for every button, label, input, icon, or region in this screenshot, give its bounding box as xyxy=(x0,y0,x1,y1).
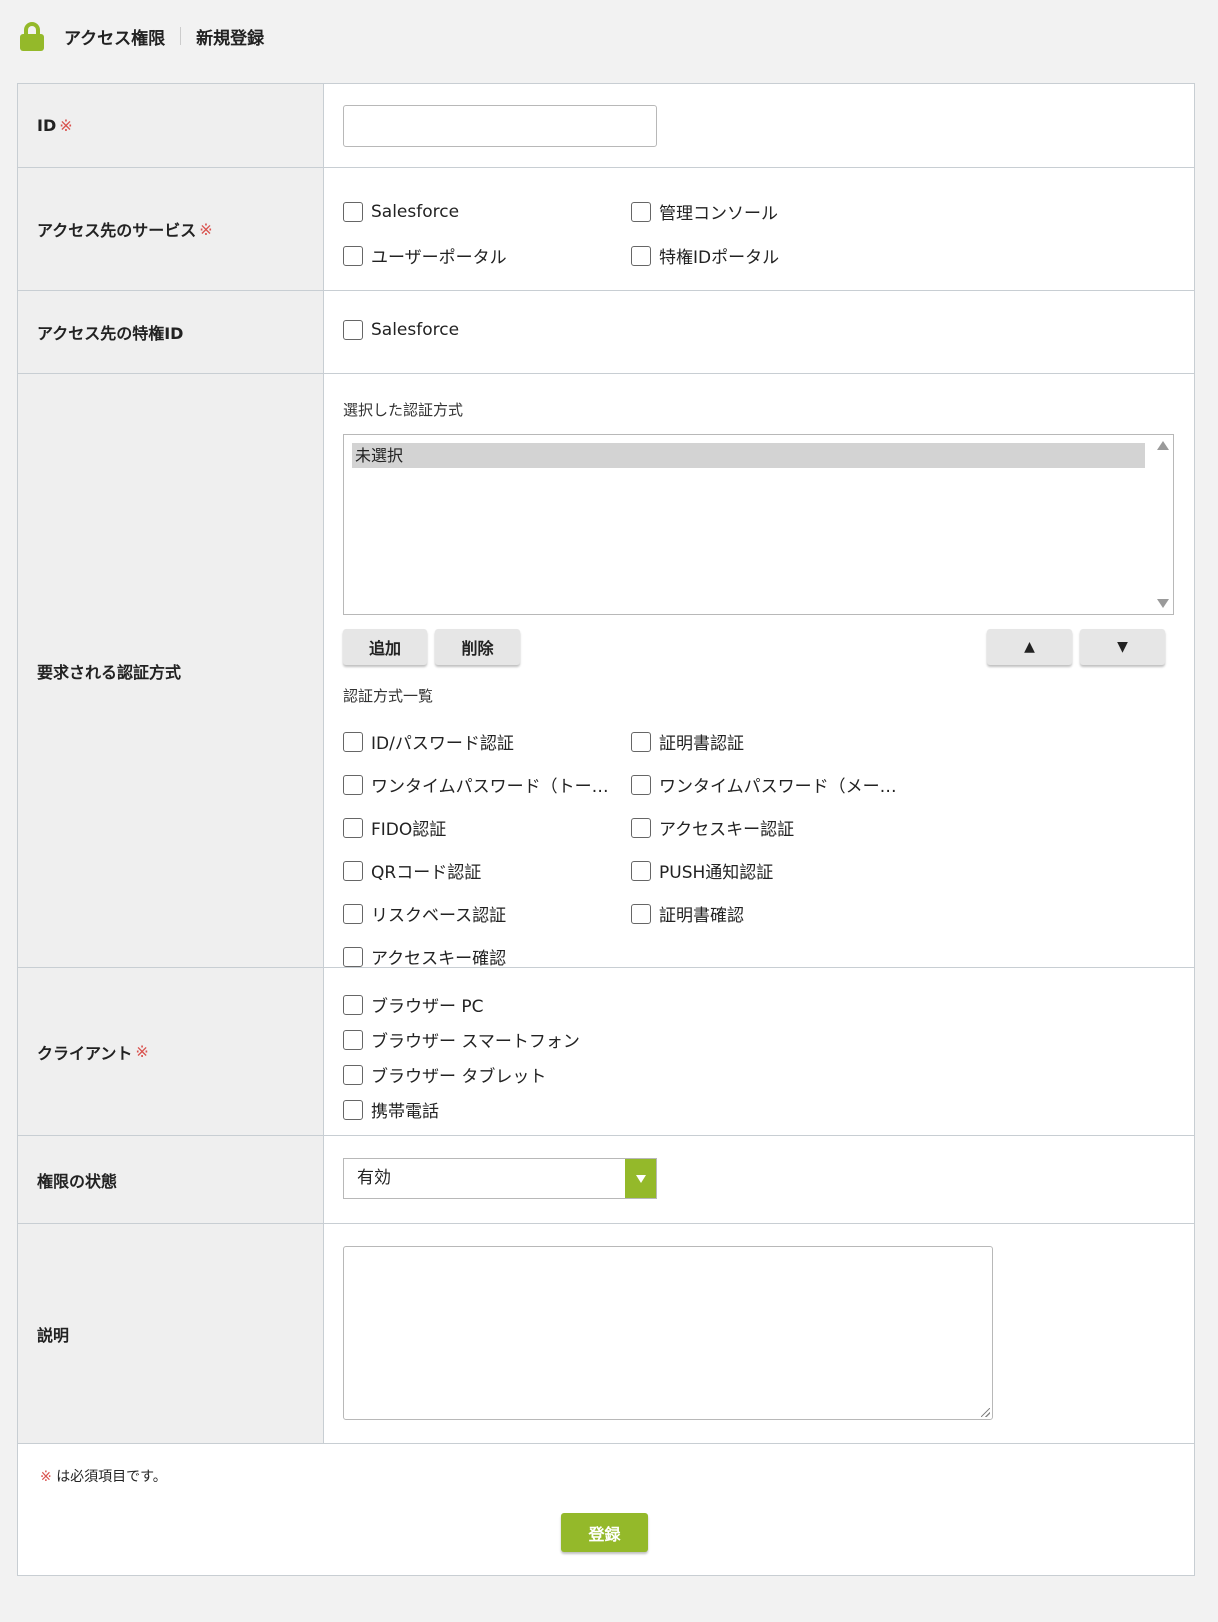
service-checkbox-user-portal[interactable]: ユーザーポータル xyxy=(343,243,631,268)
auth-checkbox-push[interactable]: PUSH通知認証 xyxy=(631,858,919,883)
client-checkbox-pc[interactable]: ブラウザー PC xyxy=(343,992,1194,1017)
lock-icon xyxy=(20,22,44,51)
checkbox-icon[interactable] xyxy=(343,245,363,266)
auth-checkbox-otp-mail[interactable]: ワンタイムパスワード（メー… xyxy=(631,772,919,797)
checkbox-icon[interactable] xyxy=(343,903,363,924)
listbox-option[interactable]: 未選択 xyxy=(352,443,1145,468)
client-label: クライアント ※ xyxy=(18,968,324,1135)
required-mark: ※ xyxy=(40,1469,52,1485)
breadcrumb-new-registration: 新規登録 xyxy=(196,28,265,49)
row-privileged-id: アクセス先の特権ID Salesforce xyxy=(18,291,1194,374)
required-mark: ※ xyxy=(135,1042,149,1061)
delete-button[interactable]: 削除 xyxy=(435,629,520,665)
checkbox-icon[interactable] xyxy=(343,320,363,340)
page-header: アクセス権限 新規登録 xyxy=(0,0,1218,72)
service-checkbox-privileged-portal[interactable]: 特権IDポータル xyxy=(631,243,919,268)
registration-form: ID ※ アクセス先のサービス ※ Salesforce 管理コンソール ユーザーポ… xyxy=(17,83,1195,1576)
checkbox-icon[interactable] xyxy=(343,1029,363,1050)
add-button[interactable]: 追加 xyxy=(343,629,427,665)
auth-label: 要求される認証方式 xyxy=(18,374,324,967)
auth-checkbox-risk-based[interactable]: リスクベース認証 xyxy=(343,901,631,926)
selected-auth-title: 選択した認証方式 xyxy=(343,401,464,419)
privileged-checkbox-salesforce[interactable]: Salesforce xyxy=(343,320,1194,340)
status-label: 権限の状態 xyxy=(18,1136,324,1223)
checkbox-icon[interactable] xyxy=(343,994,363,1015)
service-checkbox-admin-console[interactable]: 管理コンソール xyxy=(631,199,919,224)
auth-checkbox-id-password[interactable]: ID/パスワード認証 xyxy=(343,729,631,754)
move-down-button[interactable]: ▼ xyxy=(1080,629,1165,665)
checkbox-icon[interactable] xyxy=(343,774,363,795)
checkbox-icon[interactable] xyxy=(631,774,651,795)
row-description: 説明 xyxy=(18,1224,1194,1444)
move-up-button[interactable]: ▲ xyxy=(987,629,1072,665)
form-footer: ※ は必須項目です。 登録 xyxy=(18,1444,1194,1575)
row-client: クライアント ※ ブラウザー PC ブラウザー スマートフォン ブラウザー タブレ… xyxy=(18,968,1194,1136)
description-textarea[interactable] xyxy=(343,1246,993,1420)
selected-auth-listbox[interactable]: 未選択 xyxy=(343,434,1174,615)
auth-checkbox-access-key-check[interactable]: アクセスキー確認 xyxy=(343,944,631,969)
client-checkbox-tablet[interactable]: ブラウザー タブレット xyxy=(343,1062,1194,1087)
auth-list-title: 認証方式一覧 xyxy=(343,687,434,705)
checkbox-icon[interactable] xyxy=(631,903,651,924)
checkbox-icon[interactable] xyxy=(631,201,651,222)
checkbox-icon[interactable] xyxy=(343,946,363,967)
checkbox-icon[interactable] xyxy=(343,860,363,881)
description-label: 説明 xyxy=(18,1224,324,1443)
chevron-down-icon[interactable] xyxy=(625,1159,656,1198)
auth-checkbox-otp-token[interactable]: ワンタイムパスワード（トー… xyxy=(343,772,631,797)
register-button[interactable]: 登録 xyxy=(561,1513,648,1552)
client-checkbox-smartphone[interactable]: ブラウザー スマートフォン xyxy=(343,1027,1194,1052)
id-input[interactable] xyxy=(343,105,657,147)
breadcrumb-divider xyxy=(180,27,182,45)
checkbox-icon[interactable] xyxy=(631,817,651,838)
auth-checkbox-certificate[interactable]: 証明書認証 xyxy=(631,729,919,754)
checkbox-icon[interactable] xyxy=(343,817,363,838)
checkbox-icon[interactable] xyxy=(343,1099,363,1120)
privileged-id-label: アクセス先の特権ID xyxy=(18,291,324,373)
checkbox-icon[interactable] xyxy=(343,731,363,752)
breadcrumb-access-permission[interactable]: アクセス権限 xyxy=(64,24,165,49)
auth-checkbox-qr-code[interactable]: QRコード認証 xyxy=(343,858,631,883)
row-auth-methods: 要求される認証方式 選択した認証方式 未選択 追加 削除 ▲ ▼ 認証方式一覧 … xyxy=(18,374,1194,969)
checkbox-icon[interactable] xyxy=(631,731,651,752)
status-select[interactable]: 有効 xyxy=(343,1158,657,1199)
row-services: アクセス先のサービス ※ Salesforce 管理コンソール ユーザーポータル … xyxy=(18,168,1194,291)
auth-checkbox-certificate-check[interactable]: 証明書確認 xyxy=(631,901,919,926)
client-checkbox-mobile-phone[interactable]: 携帯電話 xyxy=(343,1097,1194,1122)
checkbox-icon[interactable] xyxy=(343,1064,363,1085)
resize-handle-icon[interactable] xyxy=(981,1408,990,1417)
required-mark: ※ xyxy=(59,116,73,135)
services-label: アクセス先のサービス ※ xyxy=(18,168,324,290)
checkbox-icon[interactable] xyxy=(631,860,651,881)
status-select-value: 有効 xyxy=(357,1168,391,1188)
required-note: ※ は必須項目です。 xyxy=(40,1469,167,1485)
service-checkbox-salesforce[interactable]: Salesforce xyxy=(343,199,631,224)
id-label: ID ※ xyxy=(18,84,324,167)
auth-checkbox-fido[interactable]: FIDO認証 xyxy=(343,815,631,840)
auth-checkbox-access-key[interactable]: アクセスキー認証 xyxy=(631,815,919,840)
scroll-up-icon[interactable] xyxy=(1157,441,1169,450)
row-id: ID ※ xyxy=(18,84,1194,168)
checkbox-icon[interactable] xyxy=(631,245,651,266)
required-mark: ※ xyxy=(199,219,213,239)
scroll-down-icon[interactable] xyxy=(1157,599,1169,608)
row-status: 権限の状態 有効 xyxy=(18,1136,1194,1224)
checkbox-icon[interactable] xyxy=(343,201,363,222)
